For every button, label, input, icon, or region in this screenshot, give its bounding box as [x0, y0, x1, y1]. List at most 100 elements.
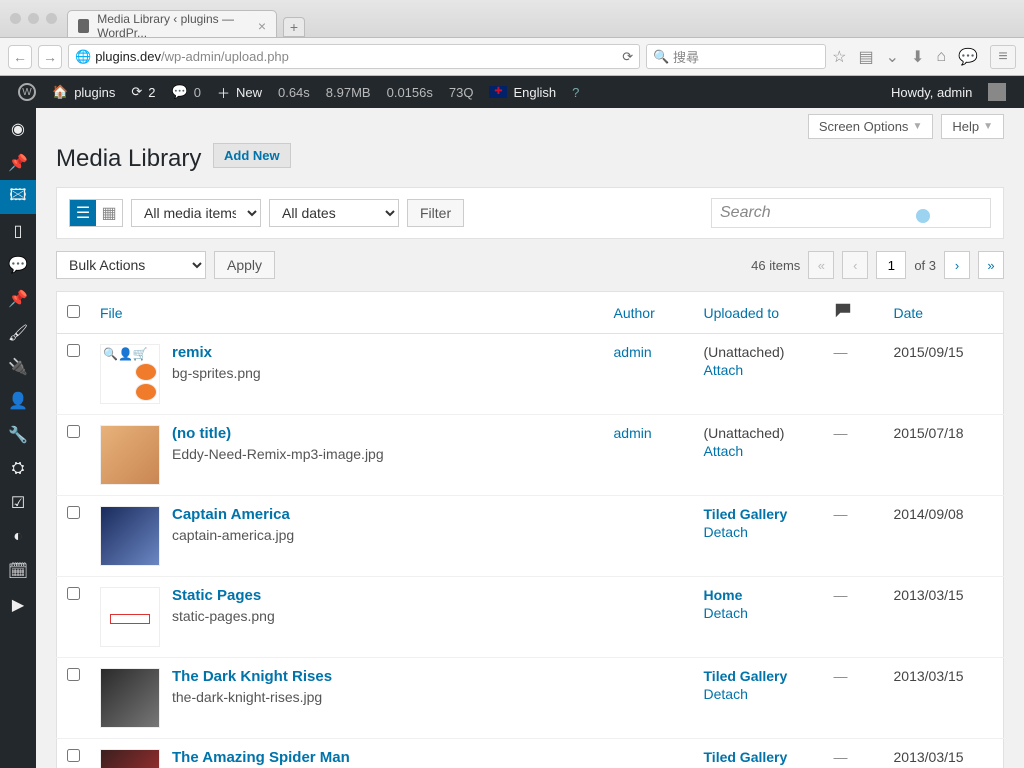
tab-close-icon[interactable]: × — [258, 18, 266, 34]
bulk-row: Bulk Actions Apply 46 items « ‹ of 3 › » — [56, 251, 1004, 279]
file-title-link[interactable]: The Amazing Spider Man — [172, 749, 350, 766]
thumbnail[interactable] — [100, 749, 160, 768]
bulk-actions-select[interactable]: Bulk Actions — [56, 251, 206, 279]
filter-media-type[interactable]: All media items — [131, 199, 261, 227]
menu-dashboard-icon[interactable]: ◉ — [0, 112, 36, 146]
attach-action-link[interactable]: Attach — [704, 362, 814, 378]
thumbnail[interactable]: 🔍👤🛒 — [100, 344, 160, 404]
col-comments[interactable] — [824, 292, 884, 334]
site-name[interactable]: 🏠plugins — [44, 76, 123, 108]
date-value: 2015/07/18 — [894, 425, 964, 441]
file-filename: captain-america.jpg — [172, 527, 294, 543]
uploaded-to-link[interactable]: Home — [704, 587, 743, 603]
file-title-link[interactable]: (no title) — [172, 425, 231, 442]
browser-tab[interactable]: Media Library ‹ plugins — WordPr... × — [67, 10, 277, 37]
list-view-icon[interactable]: ☰ — [70, 200, 96, 226]
table-row: Captain America captain-america.jpg Tiled … — [57, 496, 1004, 577]
new-tab-button[interactable]: + — [283, 17, 305, 37]
attach-action-link[interactable]: Attach — [704, 443, 814, 459]
uploaded-to-link[interactable]: Tiled Gallery — [704, 749, 788, 765]
menu-play-icon[interactable]: ▶ — [0, 588, 36, 622]
menu-icon[interactable]: ≡ — [990, 45, 1016, 69]
author-link[interactable]: admin — [614, 425, 652, 441]
col-date[interactable]: Date — [884, 292, 1004, 334]
sync-icon[interactable]: 💬 — [958, 47, 978, 67]
menu-globe-icon[interactable]: ◐ — [0, 520, 36, 554]
wp-shell: ◉ 📌 🖾 ▯ 💬 📌 🖌 🔌 👤 🔧 ⛭ ☑ ◐ 🗓 ▶ Screen Opt… — [0, 108, 1024, 768]
close-dot[interactable] — [10, 13, 21, 24]
thumbnail[interactable] — [100, 506, 160, 566]
help-button[interactable]: Help▼ — [941, 114, 1004, 139]
updates-item[interactable]: ⟳2 — [123, 76, 163, 108]
url-box[interactable]: 🌐 plugins.dev/wp-admin/upload.php ⟳ — [68, 44, 640, 69]
file-title-link[interactable]: remix — [172, 344, 212, 361]
author-link[interactable]: admin — [614, 344, 652, 360]
reader-icon[interactable]: ▤ — [858, 47, 873, 67]
media-search[interactable]: Search — [711, 198, 991, 228]
lang-switch[interactable]: English — [481, 76, 564, 108]
row-checkbox[interactable] — [67, 425, 80, 438]
comments-item[interactable]: 💬0 — [164, 76, 209, 108]
reload-icon[interactable]: ⟳ — [622, 49, 633, 65]
menu-settings-icon[interactable]: ⛭ — [0, 452, 36, 486]
menu-plugins-icon[interactable]: 🔌 — [0, 350, 36, 384]
row-checkbox[interactable] — [67, 587, 80, 600]
menu-tools-icon[interactable]: 🔧 — [0, 418, 36, 452]
filter-date[interactable]: All dates — [269, 199, 399, 227]
min-dot[interactable] — [28, 13, 39, 24]
wp-logo[interactable]: W — [10, 76, 44, 108]
menu-pages-icon[interactable]: ▯ — [0, 214, 36, 248]
apply-button[interactable]: Apply — [214, 251, 275, 279]
last-page-button[interactable]: » — [978, 251, 1004, 279]
menu-links-icon[interactable]: 📌 — [0, 282, 36, 316]
col-uploaded-to[interactable]: Uploaded to — [694, 292, 824, 334]
comment-icon: 💬 — [172, 84, 188, 100]
prev-page-button[interactable]: ‹ — [842, 251, 868, 279]
help-icon[interactable]: ? — [564, 76, 587, 108]
row-checkbox[interactable] — [67, 668, 80, 681]
attach-action-link[interactable]: Detach — [704, 605, 814, 621]
thumbnail[interactable] — [100, 587, 160, 647]
uploaded-to-link[interactable]: Tiled Gallery — [704, 506, 788, 522]
bookmark-icon[interactable]: ☆ — [832, 47, 846, 67]
new-item[interactable]: ＋New — [209, 76, 270, 108]
row-checkbox[interactable] — [67, 506, 80, 519]
first-page-button[interactable]: « — [808, 251, 834, 279]
file-title-link[interactable]: The Dark Knight Rises — [172, 668, 332, 685]
home-icon[interactable]: ⌂ — [936, 48, 946, 66]
col-file[interactable]: File — [90, 292, 604, 334]
col-author[interactable]: Author — [604, 292, 694, 334]
howdy-user[interactable]: Howdy, admin — [883, 76, 1014, 108]
menu-comments-icon[interactable]: 💬 — [0, 248, 36, 282]
add-new-button[interactable]: Add New — [213, 143, 291, 168]
next-page-button[interactable]: › — [944, 251, 970, 279]
browser-search[interactable]: 🔍 搜尋 — [646, 44, 826, 69]
attach-action-link[interactable]: Detach — [704, 524, 814, 540]
back-button[interactable]: ← — [8, 45, 32, 69]
wp-sidebar: ◉ 📌 🖾 ▯ 💬 📌 🖌 🔌 👤 🔧 ⛭ ☑ ◐ 🗓 ▶ — [0, 108, 36, 768]
current-page-input[interactable] — [876, 251, 906, 279]
grid-view-icon[interactable]: ▦ — [96, 200, 122, 226]
pocket-icon[interactable]: ⌄ — [886, 47, 899, 67]
thumbnail[interactable] — [100, 668, 160, 728]
menu-appearance-icon[interactable]: 🖌 — [0, 316, 36, 350]
row-checkbox[interactable] — [67, 344, 80, 357]
menu-posts-icon[interactable]: 📌 — [0, 146, 36, 180]
select-all-checkbox[interactable] — [67, 305, 80, 318]
file-title-link[interactable]: Static Pages — [172, 587, 261, 604]
downloads-icon[interactable]: ⬇ — [911, 47, 924, 67]
forward-button[interactable]: → — [38, 45, 62, 69]
menu-calendar-icon[interactable]: 🗓 — [0, 554, 36, 588]
filter-button[interactable]: Filter — [407, 199, 464, 227]
attach-action-link[interactable]: Detach — [704, 686, 814, 702]
menu-media-icon[interactable]: 🖾 — [0, 180, 36, 214]
menu-users-icon[interactable]: 👤 — [0, 384, 36, 418]
thumbnail[interactable] — [100, 425, 160, 485]
file-title-link[interactable]: Captain America — [172, 506, 290, 523]
row-checkbox[interactable] — [67, 749, 80, 762]
table-row: (no title)Eddy-Need-Remix-mp3-image.jpga… — [57, 415, 1004, 496]
uploaded-to-link[interactable]: Tiled Gallery — [704, 668, 788, 684]
screen-options-button[interactable]: Screen Options▼ — [808, 114, 934, 139]
max-dot[interactable] — [46, 13, 57, 24]
menu-check-icon[interactable]: ☑ — [0, 486, 36, 520]
